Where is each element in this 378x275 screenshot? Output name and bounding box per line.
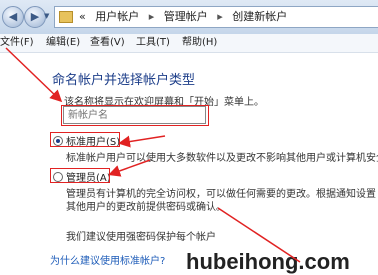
arrow-to-name-input bbox=[5, 47, 63, 103]
arrow-to-admin-option bbox=[108, 159, 151, 177]
annotation-line-bottom bbox=[217, 207, 301, 263]
arrow-to-standard-option bbox=[118, 135, 166, 148]
annotation-arrows bbox=[5, 47, 301, 263]
